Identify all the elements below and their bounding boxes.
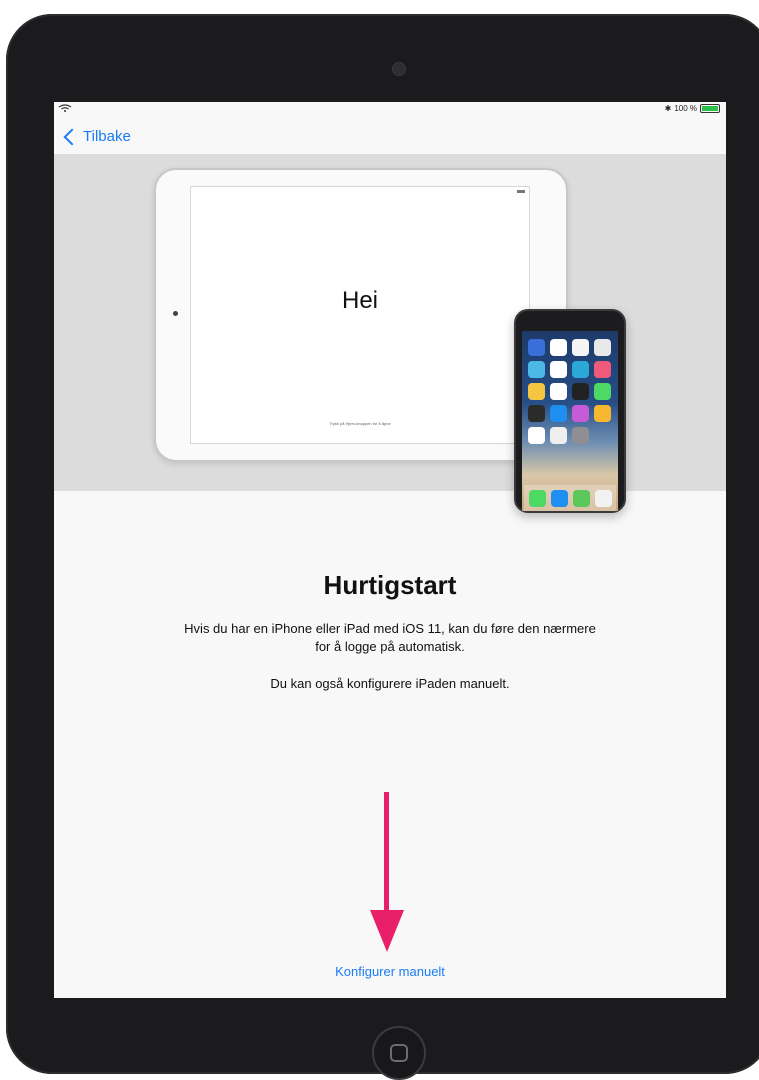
app-icon (594, 339, 611, 356)
status-right: ✱ 100 % (665, 104, 720, 113)
illustration-battery-icon (517, 190, 525, 193)
app-icon (528, 361, 545, 378)
chevron-left-icon (63, 128, 81, 145)
illustration-hint-text: Trykk på Hjem-knappen for å åpne (329, 421, 391, 426)
app-icon (572, 339, 589, 356)
home-square-icon (390, 1044, 408, 1062)
ipad-screen: ✱ 100 % Tilbake Hei Trykk på Hjem-knappe… (54, 102, 726, 998)
app-icon (594, 361, 611, 378)
illustration-home-dot (173, 311, 178, 316)
front-camera (392, 62, 406, 76)
app-icon (594, 405, 611, 422)
description-text: Hvis du har en iPhone eller iPad med iOS… (54, 620, 726, 656)
description-line: Hvis du har en iPhone eller iPad med iOS… (184, 621, 596, 636)
ipad-illustration-screen: Hei Trykk på Hjem-knappen for å åpne (190, 186, 530, 444)
bluetooth-icon: ✱ (664, 104, 672, 113)
messages-app-icon (572, 489, 590, 507)
app-icon (550, 339, 567, 356)
app-icon-grid (528, 339, 611, 444)
iphone-illustration (514, 309, 626, 513)
back-label: Tilbake (83, 128, 131, 145)
quick-start-illustration: Hei Trykk på Hjem-knappen for å åpne (54, 154, 726, 513)
pink-arrow-shaft (384, 792, 389, 912)
app-dock (524, 485, 616, 511)
safari-app-icon (550, 489, 568, 507)
app-icon (572, 361, 589, 378)
app-icon (528, 383, 545, 400)
greeting-text: Hei (341, 287, 378, 314)
battery-percent: 100 % (674, 104, 697, 113)
pink-arrow-down-icon (370, 910, 404, 952)
navigation-bar: Tilbake (54, 120, 726, 154)
page-title: Hurtigstart (323, 570, 457, 600)
app-icon (528, 427, 545, 444)
app-icon (528, 339, 545, 356)
status-bar: ✱ 100 % (54, 102, 726, 116)
app-icon (572, 405, 589, 422)
ipad-illustration: Hei Trykk på Hjem-knappen for å åpne (154, 168, 568, 462)
app-icon (594, 383, 611, 400)
description-line: for å logge på automatisk. (315, 639, 465, 654)
home-button[interactable] (372, 1026, 426, 1080)
app-icon (550, 427, 567, 444)
configure-manually-button[interactable]: Konfigurer manuelt (54, 964, 726, 979)
app-icon (572, 427, 589, 444)
secondary-description: Du kan også konfigurere iPaden manuelt. (270, 676, 510, 691)
app-icon (572, 383, 589, 400)
music-app-icon (594, 489, 612, 507)
back-button[interactable]: Tilbake (62, 128, 131, 145)
app-icon (550, 405, 567, 422)
phone-app-icon (528, 489, 546, 507)
iphone-home-screen (522, 331, 618, 511)
app-icon (550, 361, 567, 378)
app-icon (550, 383, 567, 400)
wifi-icon (58, 104, 72, 114)
app-icon (528, 405, 545, 422)
battery-icon (700, 104, 720, 113)
